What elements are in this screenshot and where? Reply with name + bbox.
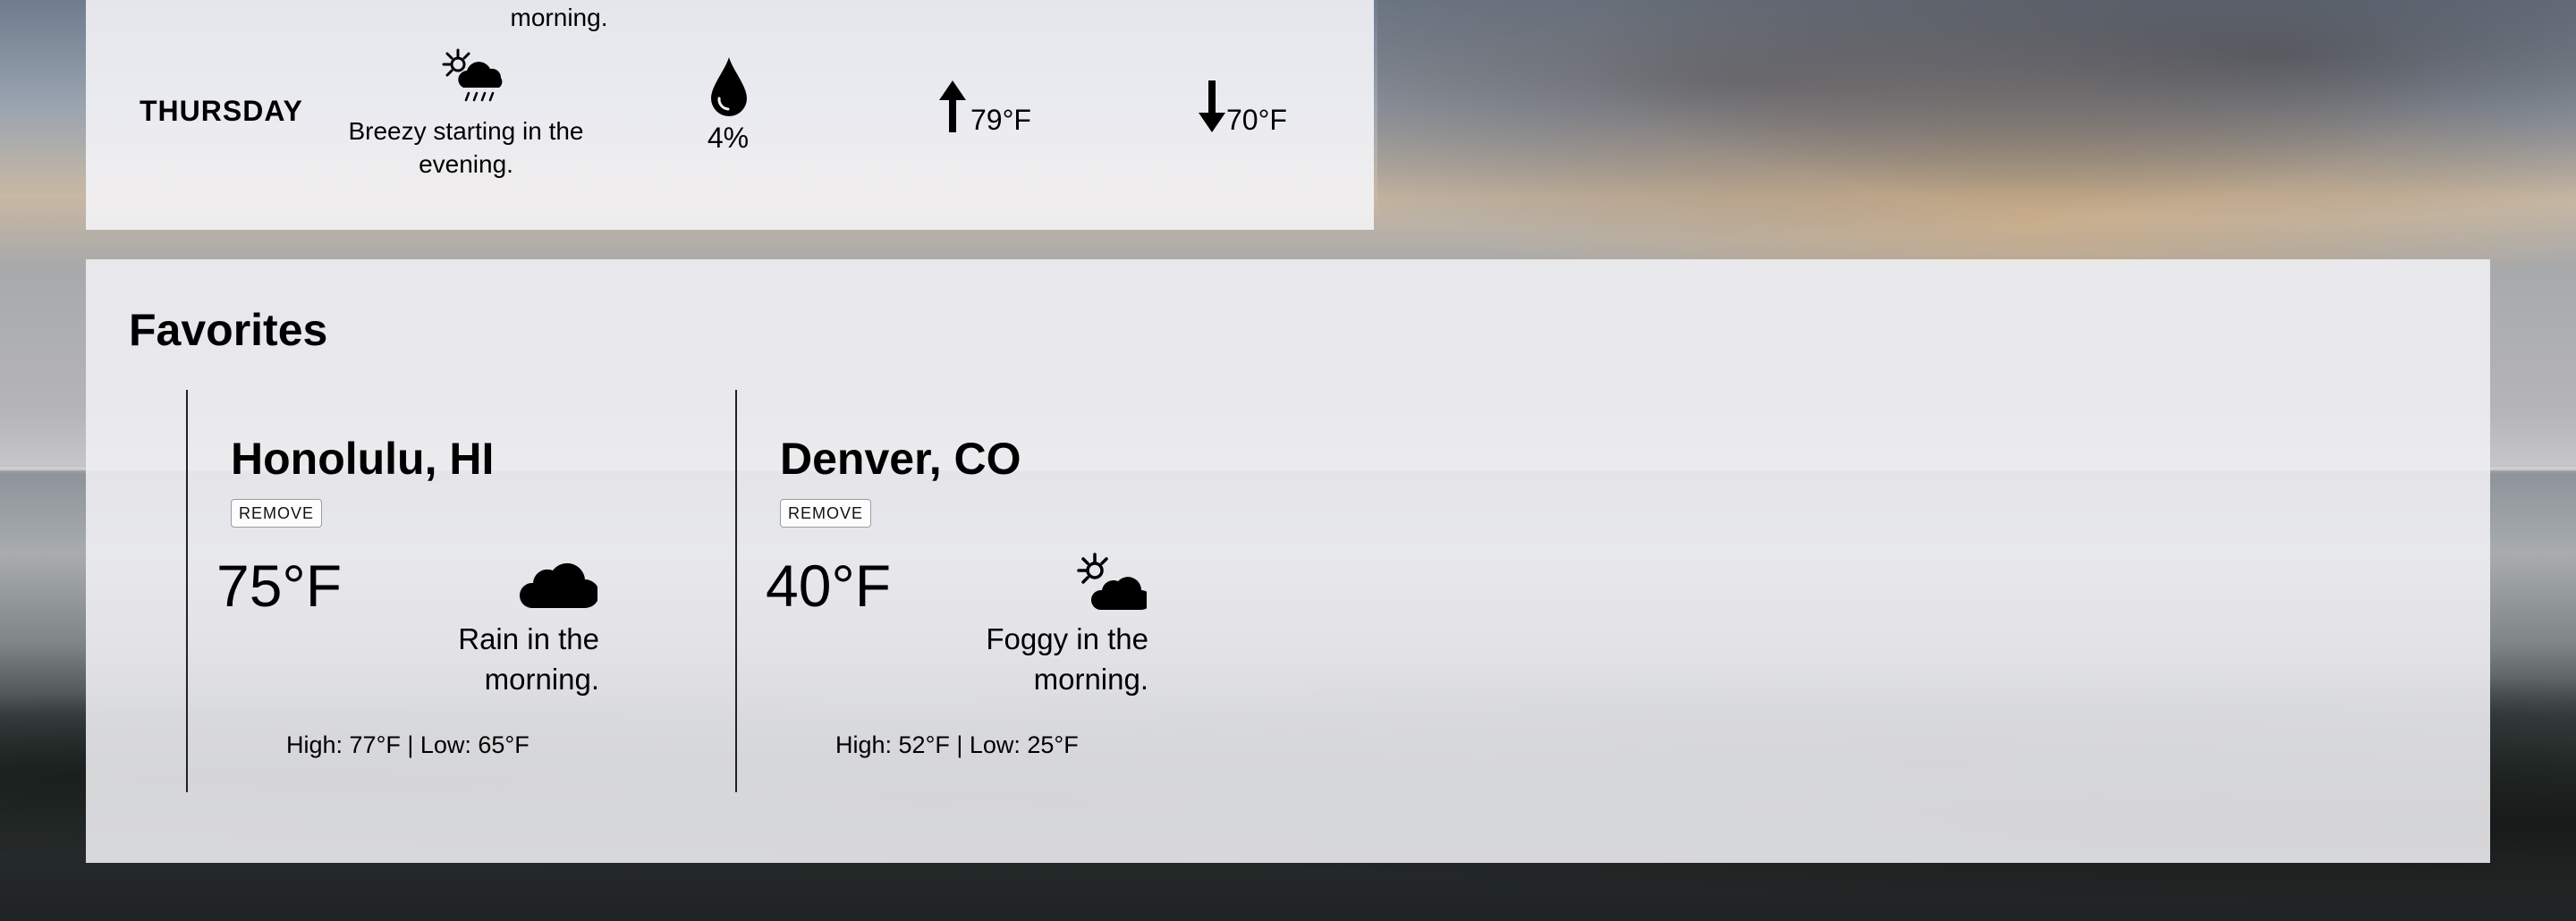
arrow-up-icon xyxy=(939,80,966,132)
raindrop-icon xyxy=(711,57,747,116)
favorite-card-denver: Denver, CO REMOVE 40°F Foggy in the morn… xyxy=(735,390,1274,792)
sun-behind-cloud-icon xyxy=(1077,553,1147,610)
forecast-row-thursday: THURSDAY Breezy starting in the evening. xyxy=(86,46,1374,181)
current-temperature: 75°F xyxy=(216,553,343,619)
high-low-summary: High: 77°F | Low: 65°F xyxy=(286,731,530,758)
city-name: Honolulu, HI xyxy=(231,434,495,484)
previous-row-description: morning. xyxy=(510,4,608,31)
high-low-summary: High: 52°F | Low: 25°F xyxy=(835,731,1079,758)
sun-behind-rain-cloud-icon xyxy=(442,48,503,102)
high-temperature: 79°F xyxy=(970,104,1031,136)
forecast-panel: morning. THURSDAY Breezy starting in the… xyxy=(86,0,1374,230)
cloud-icon xyxy=(519,562,597,608)
background-clouds xyxy=(1377,0,2576,268)
precipitation-value: 4% xyxy=(707,122,750,154)
city-name: Denver, CO xyxy=(780,434,1021,484)
favorites-title: Favorites xyxy=(129,305,328,355)
remove-button[interactable]: REMOVE xyxy=(231,499,323,528)
weather-description: Foggy in the morning. xyxy=(986,622,1148,696)
forecast-day-label: THURSDAY xyxy=(140,95,303,127)
favorite-card-honolulu: Honolulu, HI REMOVE 75°F Rain in the mor… xyxy=(186,390,724,792)
weather-description: Rain in the morning. xyxy=(458,622,599,696)
current-temperature: 40°F xyxy=(766,553,892,619)
remove-button[interactable]: REMOVE xyxy=(780,499,872,528)
arrow-down-icon xyxy=(1199,80,1225,132)
forecast-description: Breezy starting in the evening. xyxy=(348,117,584,178)
favorites-panel: Favorites Honolulu, HI REMOVE 75°F Rain … xyxy=(86,259,2490,863)
low-temperature: 70°F xyxy=(1226,104,1287,136)
